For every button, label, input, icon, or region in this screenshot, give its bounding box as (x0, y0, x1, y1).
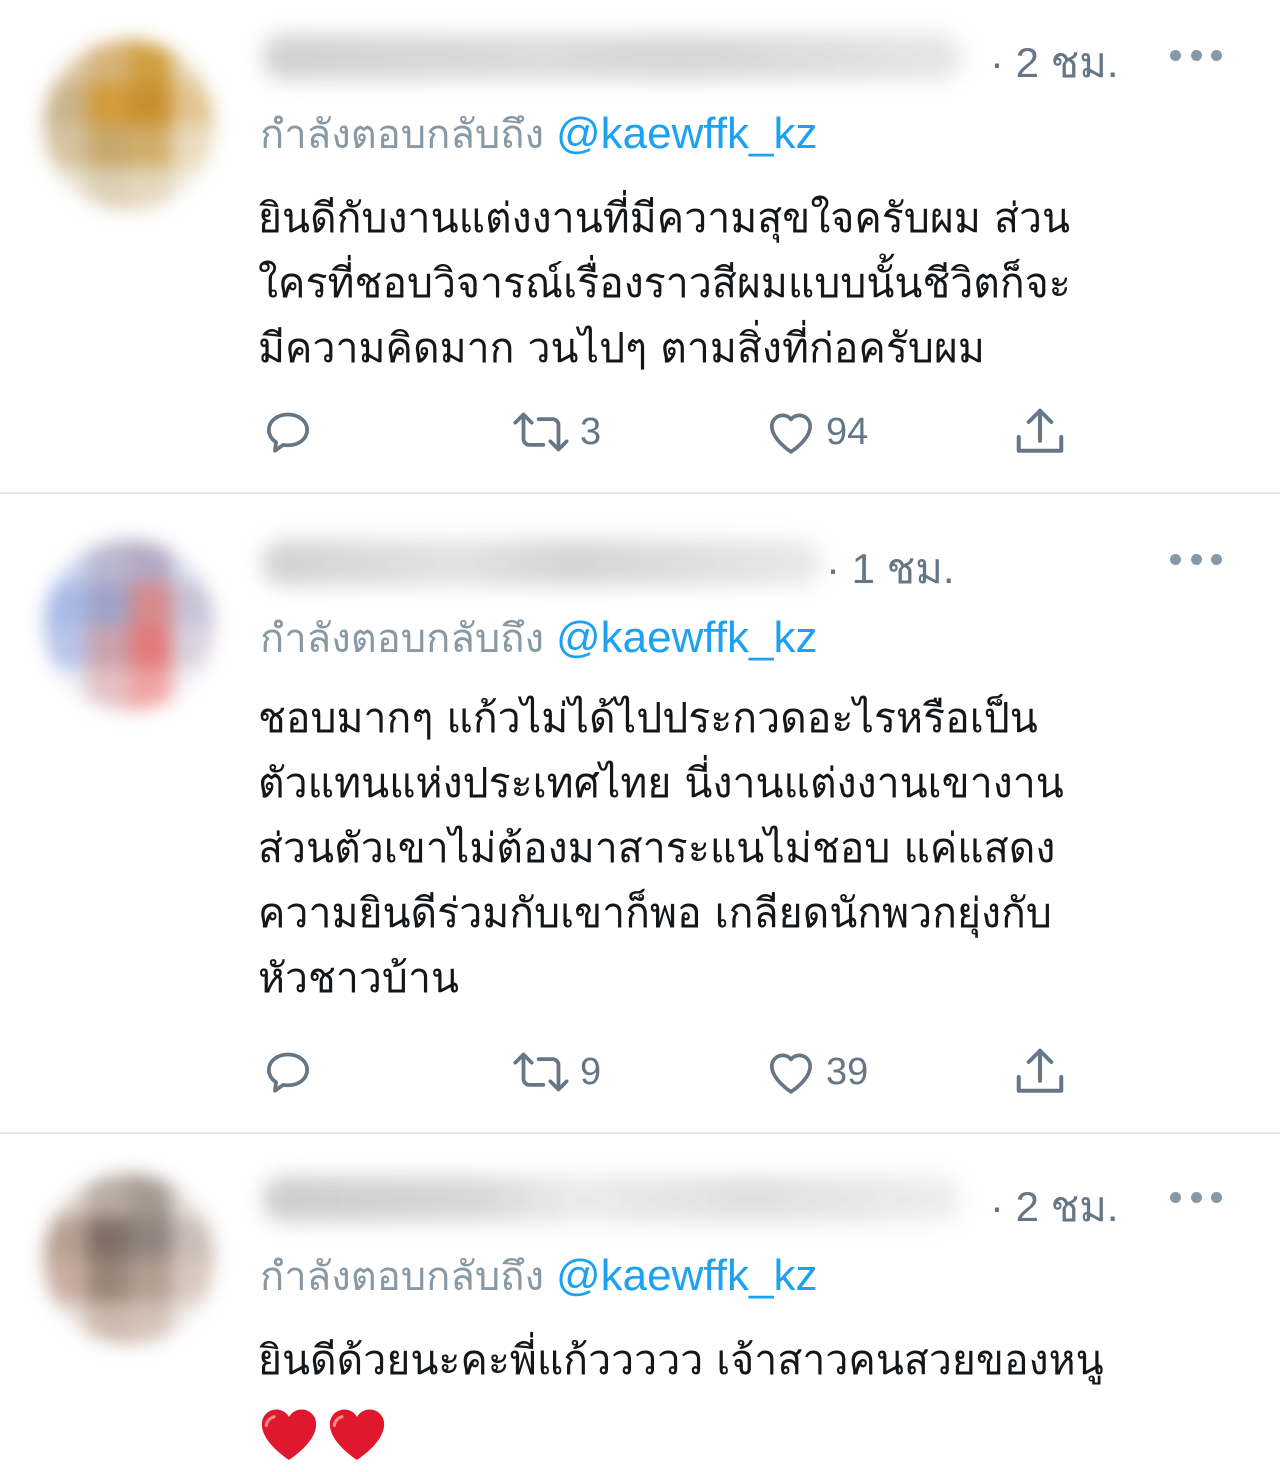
action-bar: 3 94 (260, 402, 1100, 462)
username-blurred[interactable] (262, 1176, 962, 1222)
username-blurred[interactable] (262, 540, 822, 586)
replying-to: กำลังตอบกลับถึง @kaewffk_kz (260, 102, 818, 166)
reply-card[interactable]: · 1 ชม. กำลังตอบกลับถึง @kaewffk_kz ชอบมา… (0, 494, 1280, 1132)
replying-label: กำลังตอบกลับถึง (260, 1254, 544, 1300)
timestamp[interactable]: · 2 ชม. (990, 30, 1119, 96)
avatar[interactable] (44, 40, 214, 210)
text-line: หัวชาวบ้าน (258, 954, 459, 1002)
share-button[interactable] (1010, 1042, 1070, 1102)
reply-card[interactable]: · 2 ชม. กำลังตอบกลับถึง @kaewffk_kz ยินดี… (0, 1134, 1280, 1472)
text-line: ความยินดีร่วมกับเขาก็พอ เกลียดนักพวกยุ่ง… (258, 889, 1052, 937)
more-options-icon[interactable] (1170, 1190, 1222, 1204)
reply-text: ยินดีด้วยนะคะพี่แก้ววววว เจ้าสาวคนสวยของ… (258, 1328, 1248, 1463)
retweet-button[interactable]: 3 (508, 402, 601, 462)
mention-link[interactable]: @kaewffk_kz (556, 109, 818, 158)
text-line: ใครที่ชอบวิจารณ์เรื่องราวสีผมแบบนั้นชีวิ… (258, 259, 1071, 307)
retweet-count: 9 (580, 1050, 602, 1093)
username-blurred[interactable] (262, 34, 962, 80)
like-icon (769, 1053, 813, 1094)
more-options-icon[interactable] (1170, 48, 1222, 62)
retweet-icon (513, 412, 569, 452)
mention-link[interactable]: @kaewffk_kz (556, 613, 818, 662)
text-line: ส่วนตัวเขาไม่ต้องมาสาระแนไม่ชอบ แค่แสดง (258, 824, 1056, 872)
reply-button[interactable] (260, 1042, 316, 1102)
reply-text: ยินดีกับงานแต่งงานที่มีความสุขใจครับผม ส… (258, 186, 1248, 381)
retweet-button[interactable]: 9 (508, 1042, 601, 1102)
text-line: ตัวแทนแห่งประเทศไทย นี่งานแต่งงานเขางาน (258, 759, 1064, 807)
share-button[interactable] (1010, 402, 1070, 462)
text-line: มีความคิดมาก วนไปๆ ตามสิ่งที่ก่อครับผม (258, 324, 985, 372)
mention-link[interactable]: @kaewffk_kz (556, 1251, 818, 1300)
share-icon (1016, 1048, 1064, 1093)
reply-card[interactable]: · 2 ชม. กำลังตอบกลับถึง @kaewffk_kz ยินดี… (0, 0, 1280, 492)
timestamp[interactable]: · 2 ชม. (990, 1174, 1119, 1240)
share-icon (1016, 408, 1064, 453)
avatar[interactable] (44, 540, 214, 710)
action-bar: 9 39 (260, 1042, 1100, 1102)
text-line: ชอบมากๆ แก้วไม่ได้ไปประกวดอะไรหรือเป็น (258, 694, 1038, 742)
like-button[interactable]: 94 (762, 402, 868, 462)
replying-label: กำลังตอบกลับถึง (260, 112, 544, 158)
text-line: ยินดีด้วยนะคะพี่แก้ววววว เจ้าสาวคนสวยของ… (258, 1336, 1104, 1384)
reply-icon (267, 412, 309, 453)
reply-button[interactable] (260, 402, 316, 462)
retweet-icon (513, 1052, 569, 1092)
avatar[interactable] (44, 1174, 214, 1344)
replying-label: กำลังตอบกลับถึง (260, 616, 544, 662)
like-count: 94 (826, 410, 869, 453)
retweet-count: 3 (580, 410, 602, 453)
timestamp[interactable]: · 1 ชม. (826, 536, 955, 602)
reply-icon (267, 1052, 309, 1093)
like-icon (769, 413, 813, 454)
like-button[interactable]: 39 (762, 1042, 868, 1102)
replying-to: กำลังตอบกลับถึง @kaewffk_kz (260, 1244, 818, 1308)
replying-to: กำลังตอบกลับถึง @kaewffk_kz (260, 606, 818, 670)
emoji-row (258, 1399, 1248, 1463)
red-heart-emoji (329, 1409, 385, 1460)
text-line: ยินดีกับงานแต่งงานที่มีความสุขใจครับผม ส… (258, 194, 1071, 242)
reply-text: ชอบมากๆ แก้วไม่ได้ไปประกวดอะไรหรือเป็น ต… (258, 686, 1248, 1011)
more-options-icon[interactable] (1170, 552, 1222, 566)
like-count: 39 (826, 1050, 869, 1093)
red-heart-emoji (261, 1409, 317, 1460)
